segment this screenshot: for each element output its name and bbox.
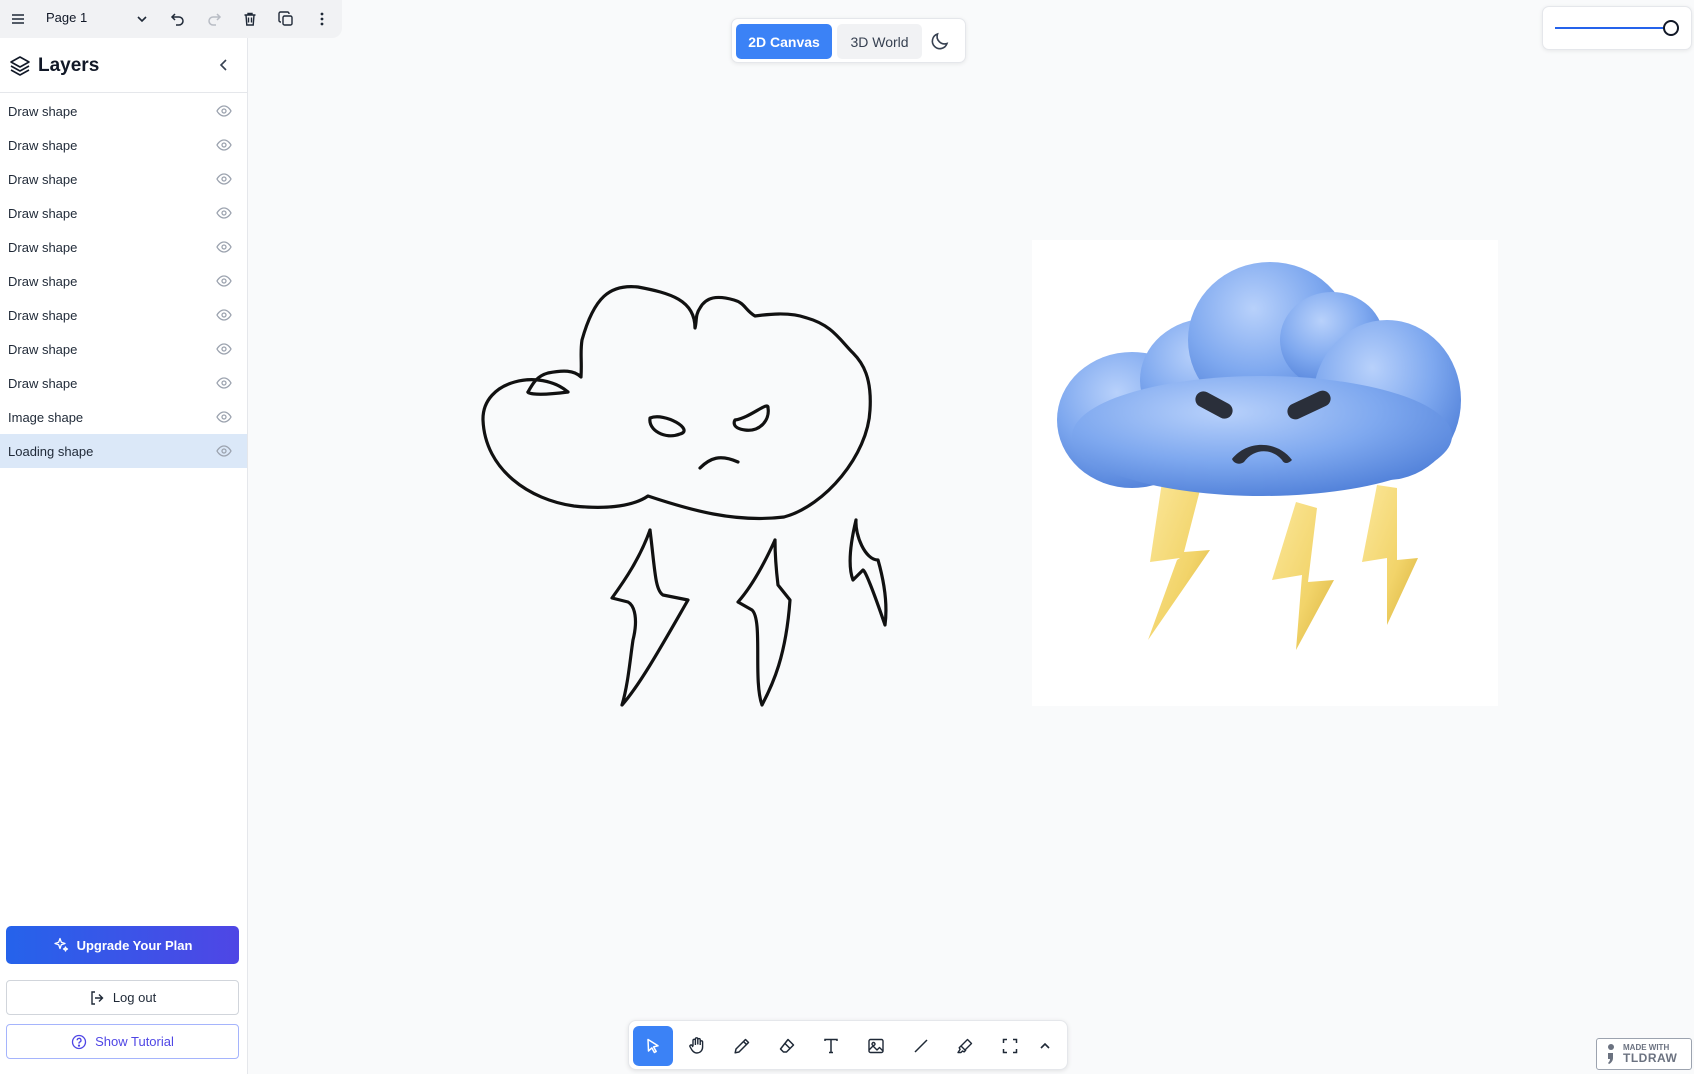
layer-row[interactable]: Draw shape <box>0 264 247 298</box>
eye-icon[interactable] <box>216 409 232 425</box>
mode-2d-canvas-button[interactable]: 2D Canvas <box>736 24 832 59</box>
eye-icon[interactable] <box>216 273 232 289</box>
cloud-image[interactable] <box>1032 240 1498 706</box>
made-with-tldraw-badge[interactable]: MADE WITH TLDRAW <box>1596 1038 1692 1070</box>
redo-icon[interactable] <box>200 5 228 33</box>
logout-icon <box>89 990 105 1006</box>
tldraw-logo-icon <box>1605 1043 1617 1065</box>
more-vertical-icon[interactable] <box>308 5 336 33</box>
layers-panel: Layers Draw shape Draw shape Draw shape … <box>0 38 248 1074</box>
drawing-toolbar <box>628 1020 1068 1070</box>
layer-label: Draw shape <box>8 103 78 119</box>
chevron-down-icon[interactable] <box>128 5 156 33</box>
select-icon[interactable] <box>633 1026 673 1066</box>
layer-row[interactable]: Draw shape <box>0 332 247 366</box>
layer-label: Draw shape <box>8 137 78 153</box>
badge-line2: TLDRAW <box>1623 1051 1678 1065</box>
layer-row[interactable]: Draw shape <box>0 196 247 230</box>
help-circle-icon <box>71 1034 87 1050</box>
eraser-icon[interactable] <box>767 1026 807 1066</box>
layer-label: Draw shape <box>8 273 78 289</box>
trash-icon[interactable] <box>236 5 264 33</box>
layer-row[interactable]: Image shape <box>0 400 247 434</box>
mode-toggle: 2D Canvas 3D World <box>731 18 966 63</box>
text-icon[interactable] <box>811 1026 851 1066</box>
duplicate-icon[interactable] <box>272 5 300 33</box>
layer-label: Loading shape <box>8 443 94 459</box>
sparkles-icon <box>53 937 69 953</box>
zoom-slider-panel <box>1542 6 1692 50</box>
layer-label: Draw shape <box>8 205 78 221</box>
eye-icon[interactable] <box>216 443 232 459</box>
layer-row[interactable]: Draw shape <box>0 128 247 162</box>
layers-header: Layers <box>0 38 247 93</box>
sketch-lightning-bolts <box>610 528 690 707</box>
cloud-body <box>1057 262 1461 496</box>
logout-label: Log out <box>112 990 157 1005</box>
layer-row[interactable]: Draw shape <box>0 298 247 332</box>
zoom-slider-track[interactable] <box>1555 20 1679 36</box>
eye-icon[interactable] <box>216 171 232 187</box>
layer-row-selected[interactable]: Loading shape <box>0 434 247 468</box>
eye-icon[interactable] <box>216 239 232 255</box>
upgrade-plan-button[interactable]: Upgrade Your Plan <box>6 926 239 964</box>
lightning-bolts <box>1148 482 1418 650</box>
eye-icon[interactable] <box>216 375 232 391</box>
menu-icon[interactable] <box>4 5 32 33</box>
eye-icon[interactable] <box>216 137 232 153</box>
layer-label: Draw shape <box>8 239 78 255</box>
layer-label: Image shape <box>8 409 84 425</box>
layer-row[interactable]: Draw shape <box>0 366 247 400</box>
layer-label: Draw shape <box>8 171 78 187</box>
layer-label: Draw shape <box>8 375 78 391</box>
image-icon[interactable] <box>856 1026 896 1066</box>
upgrade-label: Upgrade Your Plan <box>76 937 193 953</box>
layer-row[interactable]: Draw shape <box>0 230 247 264</box>
page-name[interactable]: Page 1 <box>46 10 87 25</box>
moon-icon[interactable] <box>929 30 951 52</box>
sketch-face <box>648 404 770 470</box>
frame-icon[interactable] <box>990 1026 1030 1066</box>
chevron-up-icon[interactable] <box>1025 1026 1065 1066</box>
layer-label: Draw shape <box>8 307 78 323</box>
layers-title: Layers <box>38 55 100 76</box>
eye-icon[interactable] <box>216 103 232 119</box>
zoom-slider-fill <box>1555 27 1671 29</box>
eye-icon[interactable] <box>216 205 232 221</box>
sketch-cloud-outline <box>481 284 872 521</box>
layer-list: Draw shape Draw shape Draw shape Draw sh… <box>0 94 247 468</box>
sketch-drawing[interactable] <box>470 280 950 760</box>
line-icon[interactable] <box>901 1026 941 1066</box>
badge-text: MADE WITH TLDRAW <box>1623 1044 1678 1065</box>
highlighter-icon[interactable] <box>945 1026 985 1066</box>
eye-icon[interactable] <box>216 341 232 357</box>
hand-icon[interactable] <box>677 1026 717 1066</box>
layer-label: Draw shape <box>8 341 78 357</box>
pencil-icon[interactable] <box>722 1026 762 1066</box>
mode-3d-world-button[interactable]: 3D World <box>837 24 922 59</box>
page-toolbar: Page 1 <box>0 0 342 38</box>
tutorial-label: Show Tutorial <box>95 1034 174 1049</box>
eye-icon[interactable] <box>216 307 232 323</box>
layers-icon <box>9 55 31 77</box>
show-tutorial-button[interactable]: Show Tutorial <box>6 1024 239 1059</box>
layer-row[interactable]: Draw shape <box>0 94 247 128</box>
logout-button[interactable]: Log out <box>6 980 239 1015</box>
zoom-slider-thumb[interactable] <box>1663 20 1679 36</box>
layer-row[interactable]: Draw shape <box>0 162 247 196</box>
chevron-left-icon[interactable] <box>215 56 233 74</box>
undo-icon[interactable] <box>164 5 192 33</box>
